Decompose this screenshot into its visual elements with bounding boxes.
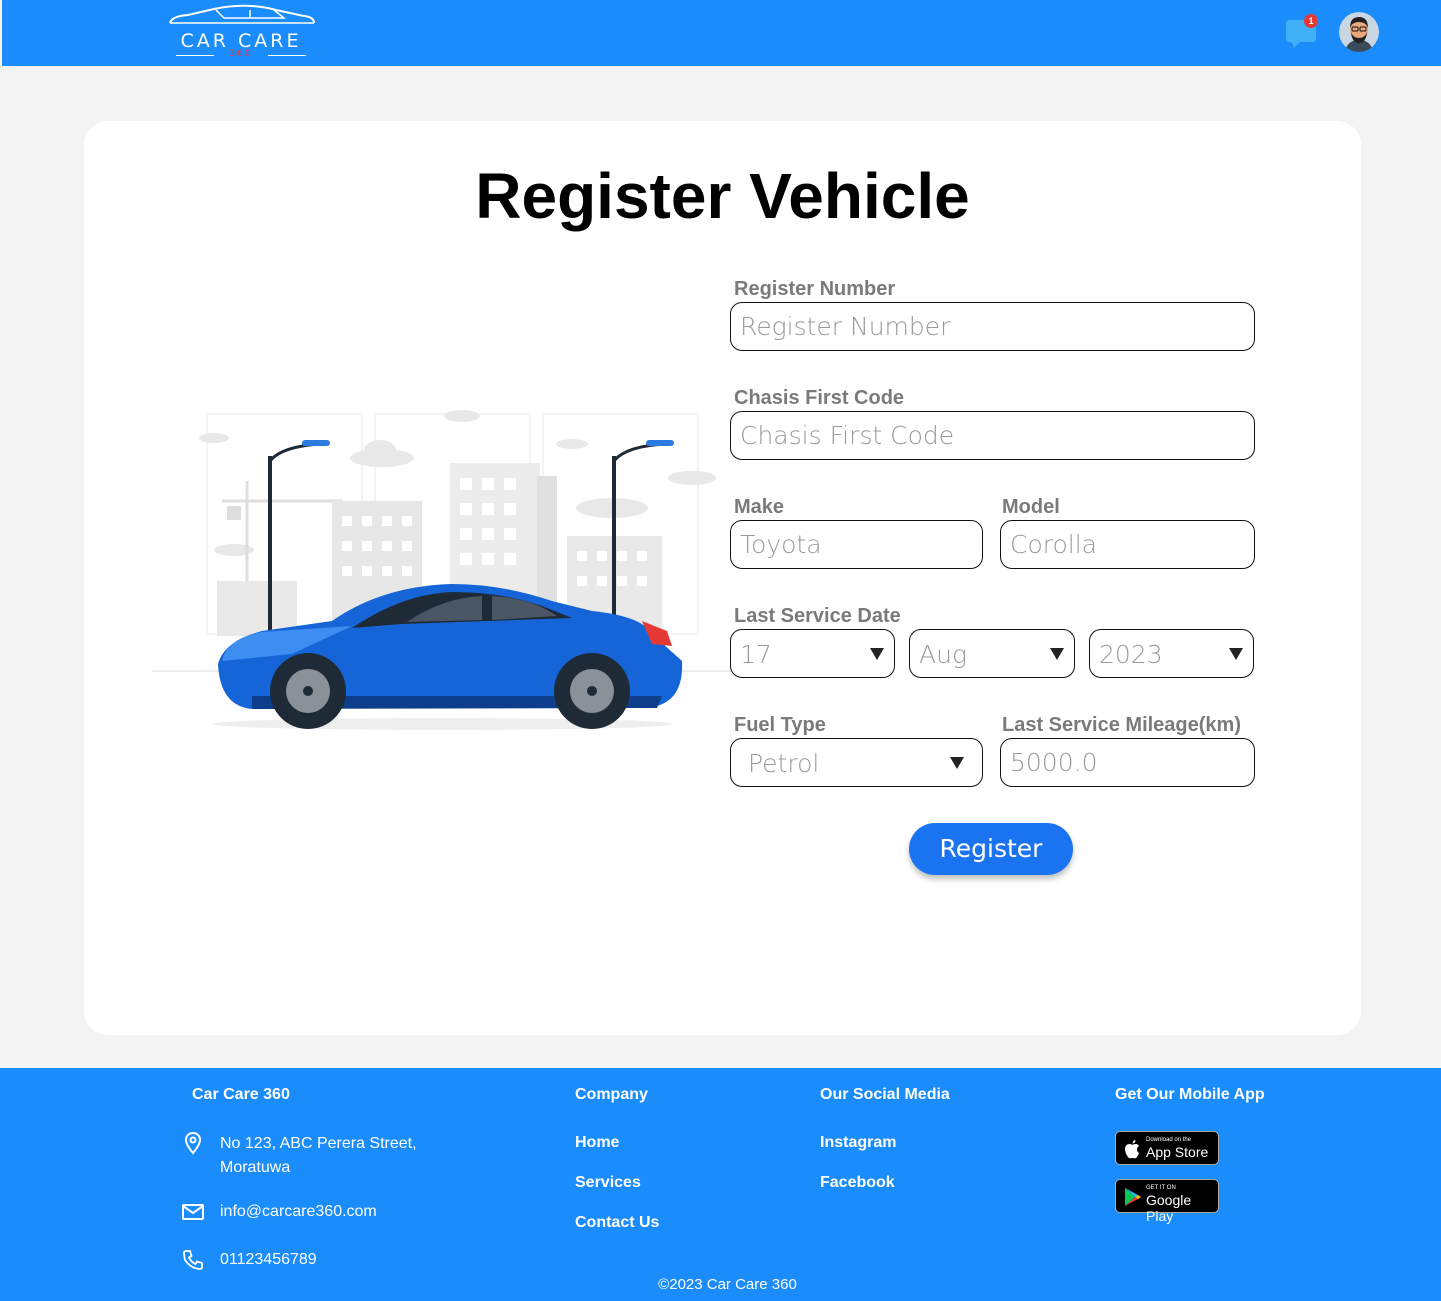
google-play-small-text: GET IT ON [1146,1185,1176,1191]
fuel-type-value: Petrol [748,749,820,778]
last-service-date-label: Last Service Date [734,605,901,627]
top-nav-bar: CAR CARE 360 1 [2,0,1441,66]
mileage-label: Last Service Mileage(km) [1002,714,1241,736]
user-avatar-icon [1339,12,1379,52]
page-title: Register Vehicle [475,160,970,232]
app-store-small-text: Download on the [1146,1137,1192,1143]
model-field[interactable] [1000,520,1255,569]
car-care-logo[interactable]: CAR CARE 360 [162,4,322,62]
google-play-button[interactable]: GET IT ON Google Play [1115,1179,1219,1224]
mileage-field[interactable] [1000,738,1255,787]
day-select[interactable]: 17 [730,629,895,678]
register-button[interactable]: Register [909,823,1073,875]
register-number-label: Register Number [734,278,896,300]
footer-brand-heading: Car Care 360 [192,1086,290,1103]
make-input[interactable] [731,521,982,568]
make-label: Make [734,496,785,518]
address: No 123, ABC Perera Street, Moratuwa [220,1132,417,1180]
chasis-field[interactable] [730,411,1255,460]
mileage-input[interactable] [1001,739,1254,786]
month-value: Aug [919,640,967,669]
register-number-field[interactable] [730,302,1255,351]
model-label: Model [1002,496,1060,518]
logo-number: 360 [229,49,253,59]
footer-company-heading: Company [575,1086,648,1103]
chevron-down-icon [870,648,884,660]
address-line-1: No 123, ABC Perera Street, [220,1135,417,1152]
email-link[interactable]: info@carcare360.com [220,1200,377,1224]
chevron-down-icon [950,757,964,769]
logo-subtitle: 360 [162,49,320,62]
fuel-type-label: Fuel Type [734,714,826,736]
month-select[interactable]: Aug [909,629,1075,678]
app-store-button[interactable]: Download on the App Store [1115,1131,1219,1165]
car-city-illustration [152,410,732,730]
address-line-2: Moratuwa [220,1159,291,1176]
register-vehicle-card: Register Vehicle Register Number Registe… [84,121,1361,1035]
footer-link-services[interactable]: Services [575,1174,641,1192]
messages-button[interactable]: 1 [1284,14,1320,50]
user-avatar[interactable] [1339,12,1379,52]
footer-link-contact-us[interactable]: Contact Us [575,1214,659,1232]
day-value: 17 [740,640,772,669]
footer-social-heading: Our Social Media [820,1086,950,1103]
footer-link-instagram[interactable]: Instagram [820,1134,896,1152]
google-play-big-text: Google Play [1146,1192,1192,1224]
car-outline-icon [169,4,315,24]
phone-link[interactable]: 01123456789 [220,1248,317,1272]
chevron-down-icon [1050,648,1064,660]
model-input[interactable] [1001,521,1254,568]
footer: Car Care 360 No 123, ABC Perera Street, … [0,1068,1441,1301]
location-pin-icon [184,1131,202,1155]
footer-app-heading: Get Our Mobile App [1115,1086,1265,1103]
make-field[interactable] [730,520,983,569]
chasis-input[interactable] [731,412,1254,459]
google-play-icon [1125,1188,1141,1206]
apple-icon [1125,1140,1139,1159]
chevron-down-icon [1229,648,1243,660]
app-store-big-text: App Store [1146,1144,1209,1160]
copyright: ©2023 Car Care 360 [658,1276,797,1293]
year-value: 2023 [1099,640,1163,669]
mail-icon [182,1204,204,1220]
chasis-label: Chasis First Code [734,387,905,409]
register-number-input[interactable] [731,303,1254,350]
fuel-type-select[interactable]: Petrol [730,738,983,787]
year-select[interactable]: 2023 [1089,629,1254,678]
notification-badge: 1 [1304,14,1318,28]
phone-icon [183,1250,203,1270]
footer-link-facebook[interactable]: Facebook [820,1174,895,1192]
footer-link-home[interactable]: Home [575,1134,619,1152]
